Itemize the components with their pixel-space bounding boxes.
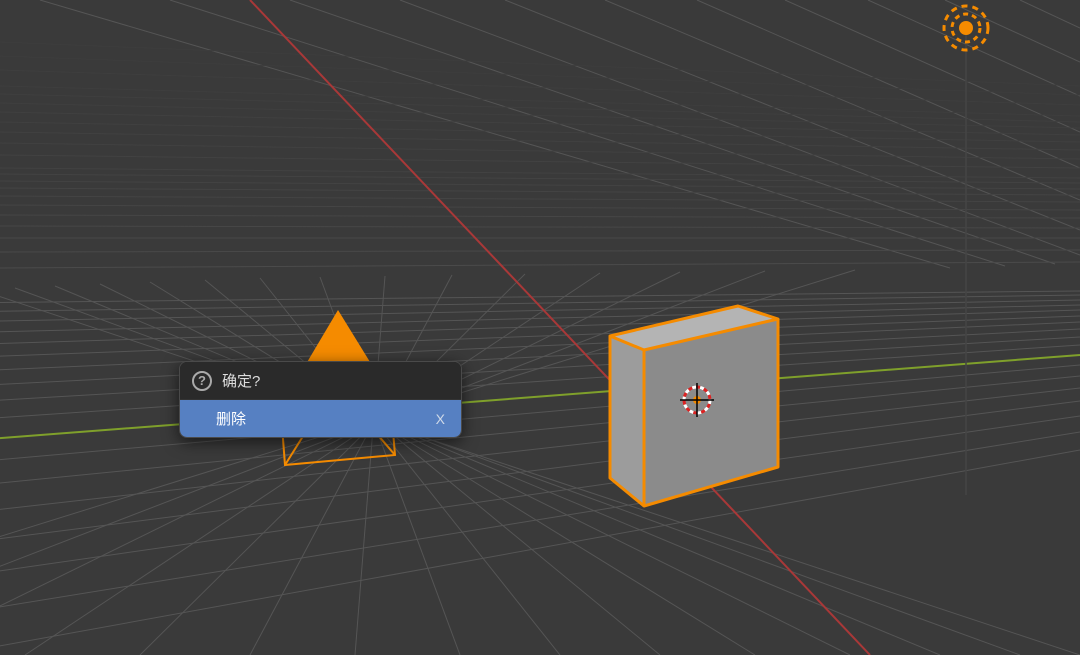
confirm-popup: ? 确定? 删除 X: [179, 361, 462, 438]
delete-shortcut: X: [436, 411, 445, 427]
help-icon: ?: [192, 371, 212, 391]
delete-label: 删除: [216, 408, 246, 429]
delete-button[interactable]: 删除 X: [180, 399, 461, 437]
popup-title: 确定?: [222, 370, 260, 391]
cube-object: [610, 306, 778, 506]
viewport-3d[interactable]: ? 确定? 删除 X: [0, 0, 1080, 655]
scene-canvas: [0, 0, 1080, 655]
grid-floor: [0, 0, 1080, 655]
popup-header: ? 确定?: [180, 362, 461, 399]
